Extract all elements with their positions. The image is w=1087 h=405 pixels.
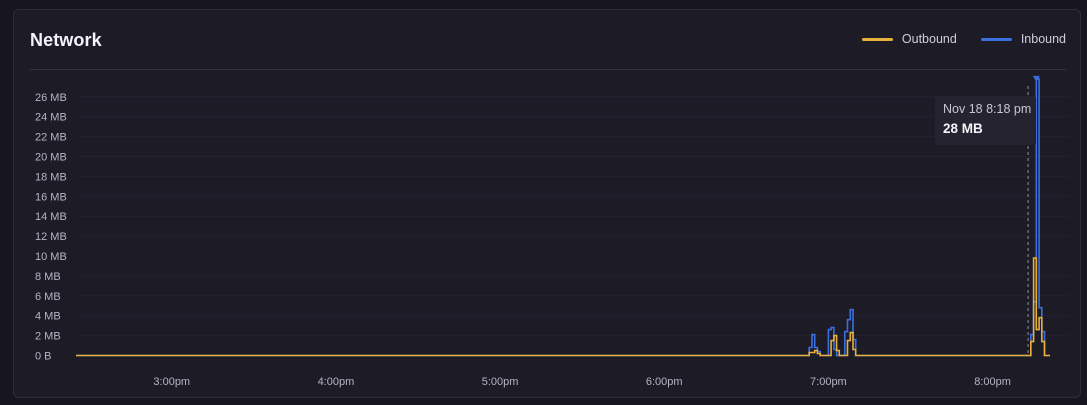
y-tick-label: 18 MB [35,171,67,183]
y-tick-label: 2 MB [35,331,61,343]
series-line-outbound [76,257,1050,357]
y-tick-label: 0 B [35,351,52,363]
y-tick-label: 4 MB [35,311,61,323]
x-tick-label: 5:00pm [482,376,519,388]
x-tick-label: 7:00pm [810,376,847,388]
network-chart[interactable]: 0 B 2 MB 4 MB 6 MB 8 MB 10 MB 12 MB 14 MB 16 MB 1… [14,10,1081,398]
y-tick-label: 12 MB [35,231,67,243]
tooltip-value: 28 MB [943,121,983,136]
y-tick-label: 10 MB [35,251,67,263]
network-panel: Network Outbound Inbound 0 B2 MB 4 MB 6 MB… [13,9,1081,398]
y-tick-label: 22 MB [35,132,67,144]
series-line-inbound [76,78,1050,357]
y-tick-label: 16 MB [35,191,67,203]
y-tick-label: 24 MB [35,112,67,124]
x-tick-label: 8:00pm [974,376,1011,388]
x-tick-label: 6:00pm [646,376,683,388]
chart-tooltip: Nov 18 8:18 pm 28 MB [935,96,1036,145]
y-tick-label: 20 MB [35,152,67,164]
x-tick-label: 3:00pm [153,376,190,388]
x-tick-label: 4:00pm [318,376,355,388]
y-tick-label: 26 MB [35,92,67,104]
y-tick-label: 8 MB [35,271,61,283]
y-tick-label: 6 MB [35,291,61,303]
y-tick-label: 14 MB [35,211,67,223]
tooltip-time: Nov 18 8:18 pm [943,102,1032,116]
